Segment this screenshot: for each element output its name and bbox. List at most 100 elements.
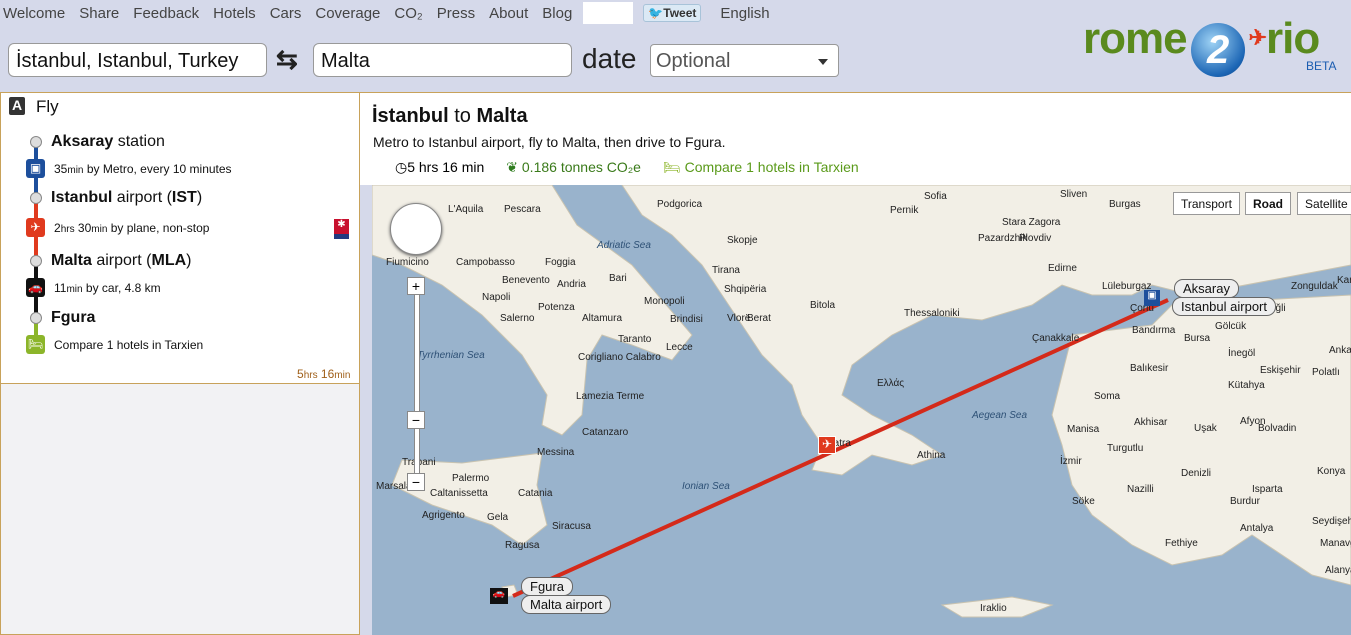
city-label: Seydişehir bbox=[1312, 516, 1351, 527]
city-label: Bolvadin bbox=[1258, 423, 1297, 434]
sea-label: Adriatic Sea bbox=[597, 240, 651, 251]
logo[interactable]: rome 2 ✈rio bbox=[1083, 14, 1320, 77]
map-type-satellite[interactable]: Satellite bbox=[1297, 192, 1351, 215]
metro-marker-icon[interactable]: ▣ bbox=[1144, 290, 1160, 306]
chevron-down-icon bbox=[818, 59, 828, 70]
city-label: L'Aquila bbox=[448, 204, 484, 215]
city-label: Vlorë bbox=[727, 313, 751, 324]
nav-hotels[interactable]: Hotels bbox=[213, 5, 256, 22]
pin-fgura[interactable]: Fgura bbox=[521, 577, 573, 596]
city-label: Karabük bbox=[1337, 275, 1351, 286]
tweet-button[interactable]: 🐦Tweet bbox=[643, 4, 702, 22]
zoom-out-button[interactable]: − bbox=[407, 473, 425, 491]
stop-fgura[interactable]: Fgura bbox=[51, 309, 95, 327]
city-label: Shqipëria bbox=[724, 284, 767, 295]
city-label: Burgas bbox=[1109, 199, 1141, 210]
nav-cars[interactable]: Cars bbox=[270, 5, 302, 22]
stop-malta-airport[interactable]: Malta airport (MLA) bbox=[51, 252, 191, 270]
nav-welcome[interactable]: Welcome bbox=[3, 5, 65, 22]
city-label: Lecce bbox=[666, 342, 693, 353]
nav-about[interactable]: About bbox=[489, 5, 528, 22]
from-input[interactable]: İstanbul, Istanbul, Turkey bbox=[8, 43, 267, 77]
city-label: Gölcük bbox=[1215, 321, 1247, 332]
city-label: Iraklio bbox=[980, 603, 1007, 614]
city-label: Denizli bbox=[1181, 468, 1212, 479]
city-label: Bitola bbox=[810, 300, 836, 311]
city-label: Bursa bbox=[1184, 333, 1211, 344]
nav-feedback[interactable]: Feedback bbox=[133, 5, 199, 22]
city-label: Corigliano Calabro bbox=[578, 352, 661, 363]
city-label: Benevento bbox=[502, 275, 550, 286]
city-label: Manisa bbox=[1067, 424, 1100, 435]
nav-blog[interactable]: Blog bbox=[542, 5, 572, 22]
city-label: Agrigento bbox=[422, 510, 465, 521]
date-label: date bbox=[582, 43, 637, 74]
city-label: Altamura bbox=[582, 313, 623, 324]
stop-dot bbox=[30, 136, 42, 148]
pin-aksaray[interactable]: Aksaray bbox=[1174, 279, 1239, 298]
city-label: Burdur bbox=[1230, 496, 1261, 507]
duration-stat: ◷5 hrs 16 min bbox=[395, 159, 485, 175]
swap-icon[interactable]: ⇆ bbox=[276, 44, 298, 75]
nav-press[interactable]: Press bbox=[437, 5, 475, 22]
city-label: Siracusa bbox=[552, 521, 591, 532]
nav-co2[interactable]: CO₂ bbox=[394, 5, 422, 22]
city-label: Catanzaro bbox=[582, 427, 629, 438]
date-select[interactable]: Optional bbox=[650, 44, 839, 77]
pan-control[interactable] bbox=[390, 203, 442, 255]
map[interactable]: L'Aquila Pescara Fiumicino Campobasso Foggia… bbox=[372, 185, 1351, 635]
map-type-road[interactable]: Road bbox=[1245, 192, 1291, 215]
step-drive[interactable]: 11min by car, 4.8 km bbox=[54, 281, 161, 295]
step-hotels[interactable]: Compare 1 hotels in Tarxien bbox=[54, 338, 203, 352]
pin-malta-airport[interactable]: Malta airport bbox=[521, 595, 612, 614]
twitter-bird-icon: 🐦 bbox=[648, 6, 664, 20]
pin-istanbul-airport[interactable]: Istanbul airport bbox=[1172, 297, 1276, 316]
stop-aksaray[interactable]: Aksaray station bbox=[51, 133, 165, 151]
city-label: Lamezia Terme bbox=[576, 391, 645, 402]
city-label: Foggia bbox=[545, 257, 576, 268]
route-badge: A bbox=[9, 97, 25, 115]
city-label: Bandırma bbox=[1132, 325, 1176, 336]
nav-coverage[interactable]: Coverage bbox=[315, 5, 380, 22]
zoom-in-button[interactable]: + bbox=[407, 277, 425, 295]
stop-istanbul-airport[interactable]: Istanbul airport (IST) bbox=[51, 189, 202, 207]
city-label: Taranto bbox=[618, 334, 652, 345]
city-label: Alanya bbox=[1325, 565, 1351, 576]
co2-stat[interactable]: ❦ 0.186 tonnes CO₂e bbox=[506, 159, 641, 176]
zoom-handle[interactable]: − bbox=[407, 411, 425, 429]
route-title: İstanbul to Malta bbox=[372, 105, 528, 127]
city-label: Ankara bbox=[1329, 345, 1351, 356]
bed-icon: 🛏 bbox=[662, 159, 685, 175]
plane-icon: ✈ bbox=[26, 218, 45, 237]
bed-icon: 🛏 bbox=[26, 335, 45, 354]
tweet-label: Tweet bbox=[663, 6, 697, 20]
nav-share[interactable]: Share bbox=[79, 5, 119, 22]
car-icon: 🚗 bbox=[26, 278, 45, 297]
map-type-transport[interactable]: Transport bbox=[1173, 192, 1240, 215]
plane-marker-icon[interactable]: ✈ bbox=[818, 436, 836, 454]
to-input[interactable]: Malta bbox=[313, 43, 572, 77]
beta-label: BETA bbox=[1306, 59, 1337, 73]
city-label: Sliven bbox=[1060, 189, 1088, 200]
panel-empty-area bbox=[0, 384, 360, 635]
hotels-link[interactable]: 🛏 Compare 1 hotels in Tarxien bbox=[663, 159, 859, 176]
city-label: Fiumicino bbox=[386, 257, 429, 268]
city-label: Turgutlu bbox=[1107, 443, 1144, 454]
clock-icon: ◷ bbox=[395, 159, 408, 175]
city-label: Ελλάς bbox=[877, 378, 905, 389]
step-metro[interactable]: 35min by Metro, every 10 minutes bbox=[54, 162, 232, 176]
metro-icon: ▣ bbox=[26, 159, 45, 178]
city-label: İnegöl bbox=[1228, 348, 1256, 359]
plane-icon: ✈ bbox=[1248, 25, 1267, 50]
city-label: Caltanissetta bbox=[430, 488, 488, 499]
like-widget[interactable] bbox=[583, 2, 634, 24]
city-label: Gela bbox=[487, 512, 509, 523]
car-marker-icon[interactable]: 🚗 bbox=[490, 588, 508, 604]
city-label: Pescara bbox=[504, 204, 541, 215]
step-flight[interactable]: 2hrs 30min by plane, non-stop bbox=[54, 221, 209, 235]
city-label: Antalya bbox=[1240, 523, 1274, 534]
city-label: Athina bbox=[917, 450, 946, 461]
city-label: Skopje bbox=[727, 235, 758, 246]
zoom-slider[interactable] bbox=[414, 285, 420, 485]
language-link[interactable]: English bbox=[720, 5, 769, 22]
